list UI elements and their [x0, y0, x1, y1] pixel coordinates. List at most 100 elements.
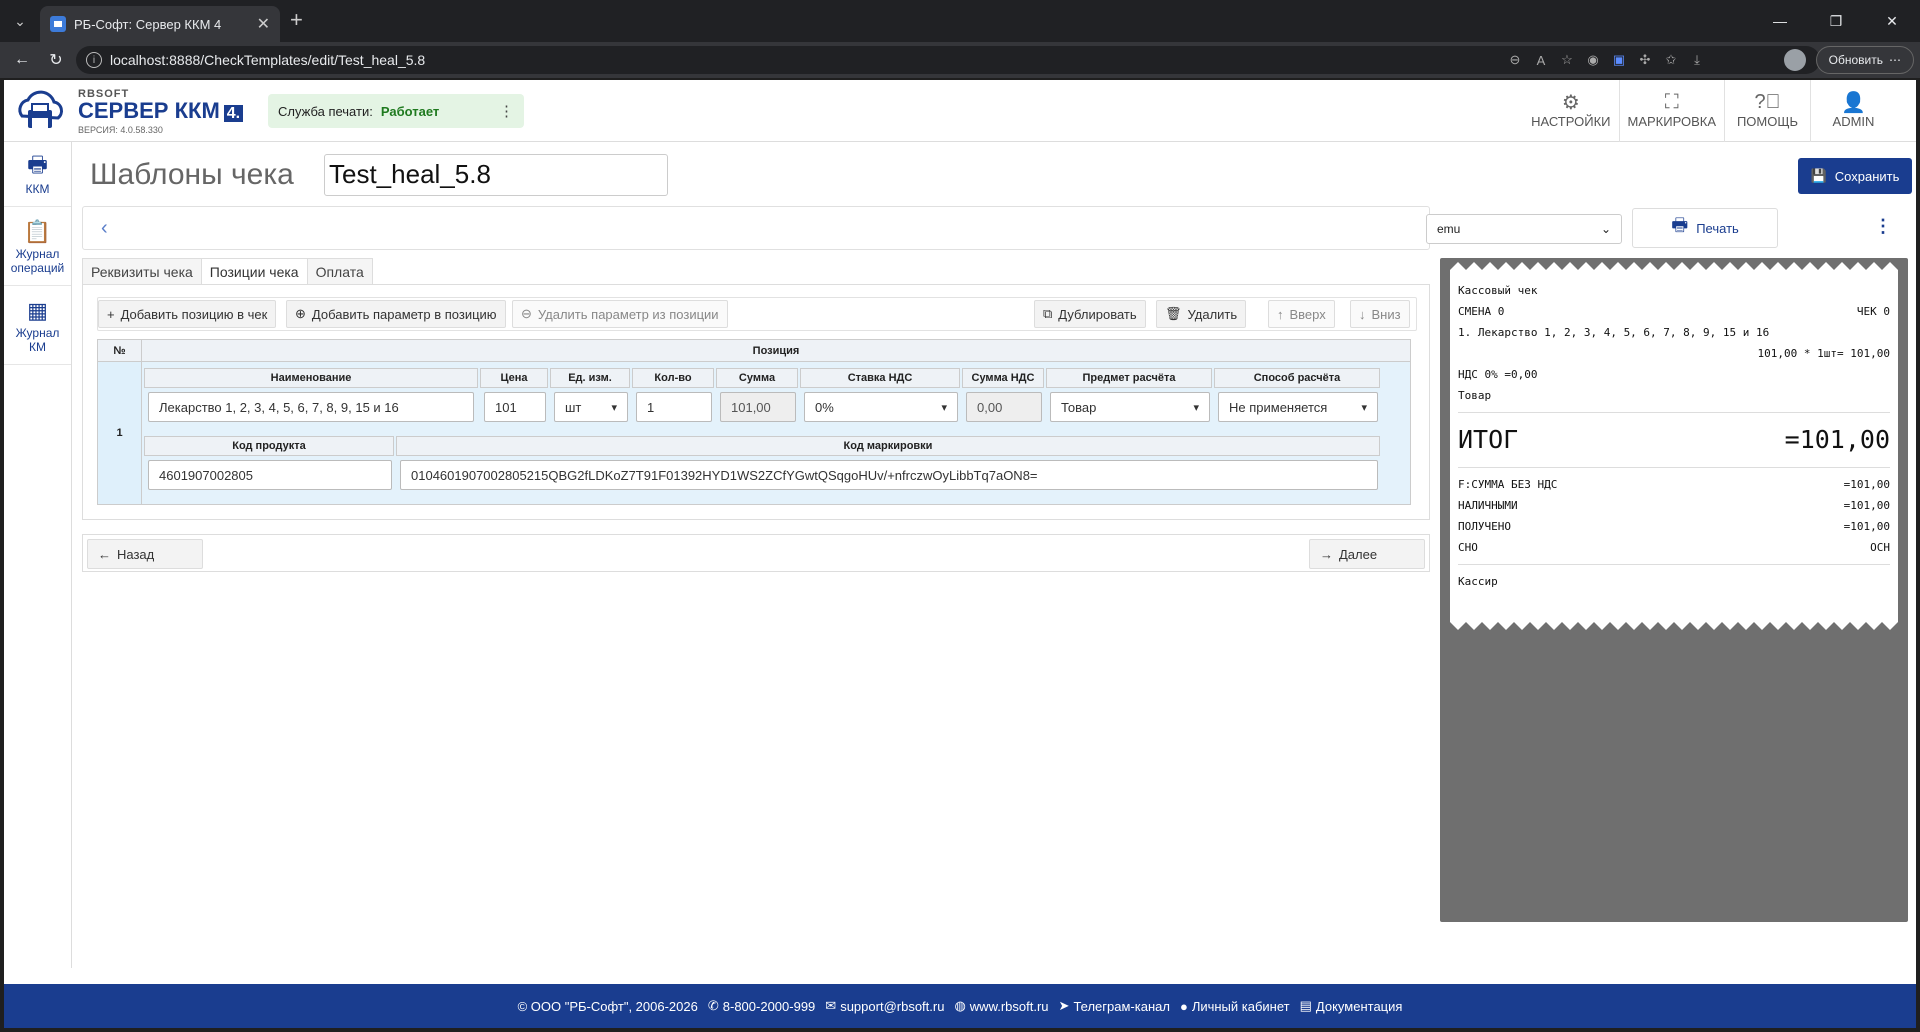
header-vat-sum: Сумма НДС [962, 368, 1044, 388]
download-icon[interactable]: ⤓ [1684, 52, 1710, 68]
service-label: Служба печати: [278, 103, 373, 119]
sidebar-item-kkm[interactable]: 🖶 ККМ [4, 142, 71, 207]
chevron-left-icon[interactable]: ‹ [101, 217, 108, 240]
favorite-icon[interactable]: ☆ [1554, 52, 1580, 68]
name-input[interactable]: Лекарство 1, 2, 3, 4, 5, 6, 7, 8, 9, 15 … [148, 392, 474, 422]
receipt-check: ЧЕК 0 [1856, 305, 1890, 318]
next-button[interactable]: → Далее [1309, 539, 1425, 569]
mark-code-input[interactable]: 0104601907002805215QBG2fLDKoZ7T91F01392H… [400, 460, 1378, 490]
receipt-line-label: F:СУММА БЕЗ НДС [1458, 478, 1558, 491]
print-label: Печать [1696, 220, 1739, 236]
qty-input[interactable]: 1 [636, 392, 712, 422]
service-menu-icon[interactable]: ⋮ [499, 102, 514, 120]
footer-email[interactable]: ✉ support@rbsoft.ru [825, 998, 944, 1014]
more-icon[interactable]: ⋯ [1889, 53, 1901, 67]
arrow-left-icon: ← [98, 546, 111, 562]
footer-docs[interactable]: ▤ Документация [1300, 998, 1403, 1014]
extension-icon[interactable]: ▣ [1606, 52, 1632, 68]
vat-rate-select[interactable]: 0% ▾ [804, 392, 958, 422]
app-page: RBSOFT СЕРВЕР ККМ 4. ВЕРСИЯ: 4.0.58.330 С… [4, 80, 1916, 984]
footer-cabinet[interactable]: ● Личный кабинет [1180, 999, 1290, 1014]
save-button[interactable]: 💾 Сохранить [1798, 158, 1912, 194]
sidebar-item-label: ККМ [25, 182, 50, 196]
template-name-input[interactable]: Test_heal_5.8 [324, 154, 668, 196]
remove-param-button[interactable]: ⊖ Удалить параметр из позиции [512, 300, 728, 328]
close-tab-icon[interactable]: ✕ [257, 14, 270, 34]
print-button[interactable]: 🖶 Печать [1632, 208, 1778, 248]
footer-site[interactable]: ◍ www.rbsoft.ru [954, 998, 1048, 1014]
chevron-down-icon: ⌄ [1600, 222, 1611, 236]
tab-positions[interactable]: Позиции чека [200, 258, 308, 284]
sidebar-item-label: Журнал КМ [15, 326, 60, 354]
minimize-icon[interactable]: — [1752, 0, 1808, 42]
back-button[interactable]: ← Назад [87, 539, 203, 569]
add-position-button[interactable]: + Добавить позицию в чек [98, 300, 277, 328]
read-aloud-icon[interactable]: A [1528, 53, 1554, 68]
nav-admin[interactable]: 👤 ADMIN [1810, 80, 1896, 142]
method-select[interactable]: Не применяется ▾ [1218, 392, 1378, 422]
add-param-button[interactable]: ⊕ Добавить параметр в позицию [286, 300, 506, 328]
nav-settings[interactable]: ⚙ НАСТРОЙКИ [1523, 80, 1618, 142]
sum-field: 101,00 [720, 392, 796, 422]
sidebar-item-label: Журнал операций [10, 247, 65, 275]
more-menu-icon[interactable]: ⋮ [1874, 216, 1892, 237]
browser-toolbar: ← ↻ i localhost:8888/CheckTemplates/edit… [0, 42, 1920, 78]
close-window-icon[interactable]: ✕ [1864, 0, 1920, 42]
nav-marking[interactable]: ⛶ МАРКИРОВКА [1618, 80, 1725, 142]
footer-phone[interactable]: ✆ 8-800-2000-999 [708, 998, 815, 1014]
profile-icon[interactable] [1784, 49, 1806, 71]
receipt-shift: СМЕНА 0 [1458, 305, 1505, 318]
sidebar-item-km-journal[interactable]: ▦ Журнал КМ [4, 286, 71, 365]
email-text: support@rbsoft.ru [840, 998, 945, 1014]
site-text: www.rbsoft.ru [969, 998, 1049, 1014]
header-mark-code: Код маркировки [396, 436, 1380, 456]
url-text: localhost:8888/CheckTemplates/edit/Test_… [110, 52, 426, 68]
header-vat-rate: Ставка НДС [800, 368, 960, 388]
receipt-preview: Кассовый чек СМЕНА 0 ЧЕК 0 1. Лекарство 1… [1440, 258, 1908, 922]
zoom-icon[interactable]: ⊖ [1502, 52, 1528, 68]
receipt-cashier: Кассир [1458, 575, 1498, 588]
down-label: Вниз [1371, 306, 1401, 322]
qr-icon: ▦ [27, 298, 48, 323]
next-label: Далее [1339, 546, 1378, 562]
positions-panel: + Добавить позицию в чек ⊕ Добавить параме… [82, 284, 1430, 520]
tab-bar: Реквизиты чека Позиции чека Оплата [82, 258, 373, 284]
header-price: Цена [480, 368, 548, 388]
duplicate-button[interactable]: ⧉ Дублировать [1034, 300, 1146, 328]
docs-text: Документация [1315, 998, 1403, 1014]
unit-select[interactable]: шт ▾ [554, 392, 628, 422]
template-toolbar: ‹ [82, 206, 1430, 250]
sidebar-item-operations[interactable]: 📋 Журнал операций [4, 207, 71, 286]
tab-list-icon[interactable]: ⌄ [8, 9, 32, 33]
header-subject: Предмет расчёта [1046, 368, 1212, 388]
back-icon[interactable]: ← [6, 44, 38, 76]
restore-icon[interactable]: ❐ [1808, 0, 1864, 42]
subject-select[interactable]: Товар ▾ [1050, 392, 1210, 422]
site-info-icon[interactable]: i [86, 52, 102, 68]
plus-circle-icon: ⊕ [295, 306, 306, 321]
nav-help[interactable]: ?⃝ ПОМОЩЬ [1724, 80, 1810, 142]
device-select[interactable]: emu ⌄ [1426, 214, 1622, 244]
reload-icon[interactable]: ↻ [40, 44, 72, 76]
footer-telegram[interactable]: ➤ Телеграм-канал [1059, 998, 1170, 1014]
new-tab-icon[interactable]: + [290, 9, 303, 31]
tab-requisites[interactable]: Реквизиты чека [82, 258, 202, 284]
delete-button[interactable]: 🗑 Удалить [1156, 300, 1247, 328]
favorites-icon[interactable]: ✩ [1658, 52, 1684, 68]
product-code-input[interactable]: 4601907002805 [148, 460, 392, 490]
mail-icon: ✉ [825, 998, 837, 1013]
gear-icon: ⚙ [1561, 91, 1580, 114]
extensions-icon[interactable]: ✣ [1632, 52, 1658, 68]
move-up-button[interactable]: ↑ Вверх [1268, 300, 1335, 328]
add-param-label: Добавить параметр в позицию [311, 306, 497, 322]
logo-icon[interactable] [12, 86, 68, 136]
tab-payment[interactable]: Оплата [306, 258, 373, 284]
address-bar[interactable]: i localhost:8888/CheckTemplates/edit/Tes… [76, 46, 1820, 74]
receipt-item: 1. Лекарство 1, 2, 3, 4, 5, 6, 7, 8, 9, … [1458, 326, 1770, 339]
move-down-button[interactable]: ↓ Вниз [1350, 300, 1410, 328]
extension-icon[interactable]: ◉ [1580, 52, 1606, 68]
price-input[interactable]: 101 [484, 392, 546, 422]
browser-tab[interactable]: РБ-Софт: Сервер ККМ 4 ✕ [40, 6, 280, 42]
brand-main-text: СЕРВЕР ККМ [78, 98, 220, 123]
update-button[interactable]: Обновить ⋯ [1815, 46, 1914, 74]
